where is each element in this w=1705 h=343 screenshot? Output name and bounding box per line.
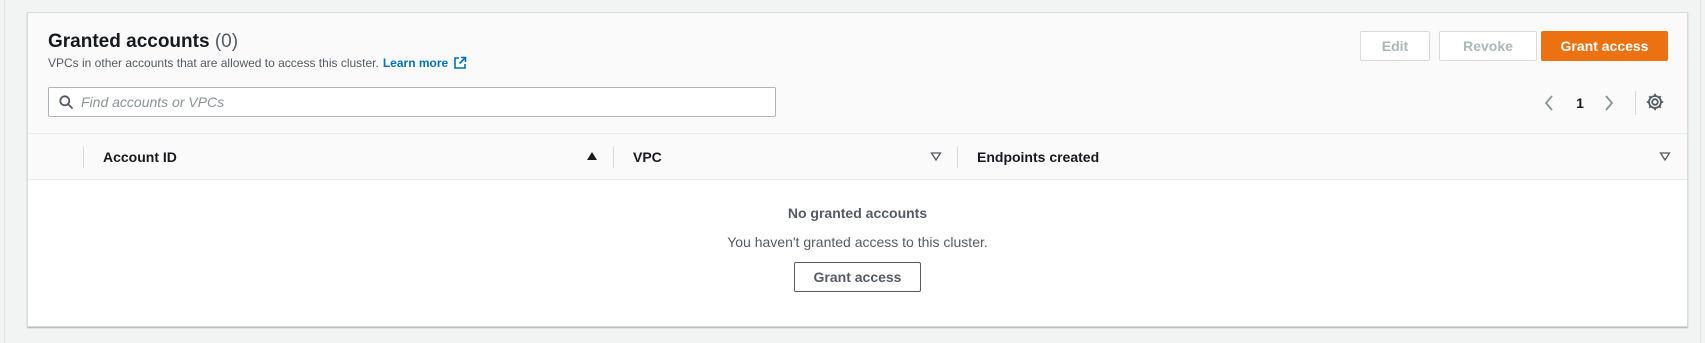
column-separator: [957, 146, 958, 168]
sort-unsorted-icon[interactable]: [930, 150, 942, 162]
empty-state-title: No granted accounts: [787, 205, 928, 221]
chevron-right-icon: [1603, 94, 1615, 112]
panel-title-count: (0): [214, 31, 239, 52]
gear-icon[interactable]: [1645, 92, 1665, 112]
learn-more-link[interactable]: Learn more: [383, 56, 448, 70]
sort-ascending-icon[interactable]: [586, 150, 598, 162]
page-number[interactable]: 1: [1573, 91, 1587, 115]
revoke-button[interactable]: Revoke: [1439, 31, 1537, 61]
search-input[interactable]: [81, 94, 761, 110]
empty-state-grant-access-button[interactable]: Grant access: [794, 262, 921, 292]
panel-title-text: Granted accounts: [48, 31, 210, 52]
page-background: Granted accounts (0) VPCs in other accou…: [4, 0, 1701, 343]
edit-button[interactable]: Edit: [1360, 31, 1430, 61]
table-header: Account ID VPC Endpoints created: [28, 133, 1687, 180]
previous-page-button[interactable]: [1543, 91, 1555, 115]
search-icon: [59, 95, 73, 109]
column-header-vpc[interactable]: VPC: [633, 134, 662, 179]
search-field[interactable]: [48, 87, 776, 117]
grant-access-button[interactable]: Grant access: [1541, 31, 1668, 61]
column-separator: [613, 146, 614, 168]
column-separator: [83, 146, 84, 168]
sort-unsorted-icon[interactable]: [1659, 150, 1671, 162]
empty-state-description: You haven't granted access to this clust…: [727, 234, 988, 250]
next-page-button[interactable]: [1603, 91, 1615, 115]
external-link-icon[interactable]: [453, 56, 467, 70]
panel-description: VPCs in other accounts that are allowed …: [48, 56, 467, 70]
column-header-endpoints-created[interactable]: Endpoints created: [977, 134, 1099, 179]
panel-title: Granted accounts (0): [48, 31, 238, 53]
chevron-left-icon: [1543, 94, 1555, 112]
panel-description-text: VPCs in other accounts that are allowed …: [48, 56, 379, 70]
pagination-divider: [1635, 91, 1636, 115]
granted-accounts-panel: Granted accounts (0) VPCs in other accou…: [27, 12, 1688, 327]
panel-header: Granted accounts (0) VPCs in other accou…: [28, 13, 1687, 133]
column-header-account-id[interactable]: Account ID: [103, 134, 177, 179]
